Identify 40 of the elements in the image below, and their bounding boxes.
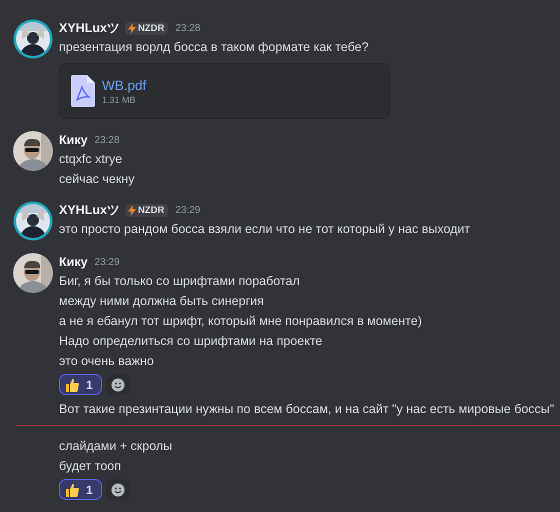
username[interactable]: XYHLuxツ — [59, 202, 120, 218]
timestamp: 23:28 — [94, 134, 120, 146]
user-avatar[interactable] — [13, 19, 53, 59]
message-text: Надо определиться со шрифтами на проекте — [59, 333, 324, 350]
lightning-icon — [126, 22, 137, 34]
tag-text: NZDR — [138, 204, 164, 216]
message-text: это очень важно — [59, 353, 155, 370]
reaction-button[interactable]: 1 — [59, 374, 102, 395]
lightning-icon — [126, 204, 137, 216]
timestamp: 23:29 — [175, 204, 200, 216]
add-reaction-button[interactable] — [106, 479, 130, 500]
message-text: между ними должна быть синергия — [59, 293, 265, 310]
smiley-icon — [110, 482, 125, 496]
message-text: Биг, я бы только со шрифтами поработал — [59, 273, 301, 290]
thumbs-up-icon — [64, 376, 80, 392]
message-text: презентация ворлд босса в таком формате как тебе? — [59, 39, 370, 56]
message-text: будет тооп — [59, 458, 122, 475]
message-text: слайдами + скролы — [59, 438, 174, 455]
file-name[interactable]: WB.pdf — [102, 78, 146, 92]
thumbs-up-icon — [64, 482, 80, 498]
smiley-icon — [110, 378, 125, 392]
add-reaction-button[interactable] — [106, 374, 130, 395]
message-text: это просто рандом босса взяли если что не тот который у нас выходит — [59, 221, 472, 238]
username[interactable]: Кику — [59, 133, 88, 147]
user-avatar[interactable] — [13, 201, 53, 241]
reaction-button[interactable]: 1 — [59, 479, 102, 500]
user-avatar[interactable] — [13, 253, 53, 293]
timestamp: 23:28 — [175, 22, 200, 34]
message-text: а не я ебанул тот шрифт, который мне понравился в моменте) — [59, 313, 423, 330]
pdf-file-icon — [71, 75, 95, 107]
file-attachment[interactable]: WB.pdf 1.31 MB — [59, 63, 390, 119]
username[interactable]: Кику — [59, 255, 88, 269]
username[interactable]: XYHLuxツ — [59, 20, 120, 36]
file-size: 1.31 MB — [102, 94, 137, 104]
timestamp: 23:29 — [94, 256, 120, 268]
user-avatar[interactable] — [13, 131, 53, 171]
message-text: ctqxfc xtrye — [59, 151, 124, 168]
message-text: сейчас чекну — [59, 171, 136, 188]
tag-text: NZDR — [138, 22, 164, 34]
message-text: Вот такие презинтации нужны по всем боссам, и на сайт "у нас есть мировые боссы" — [59, 401, 556, 418]
